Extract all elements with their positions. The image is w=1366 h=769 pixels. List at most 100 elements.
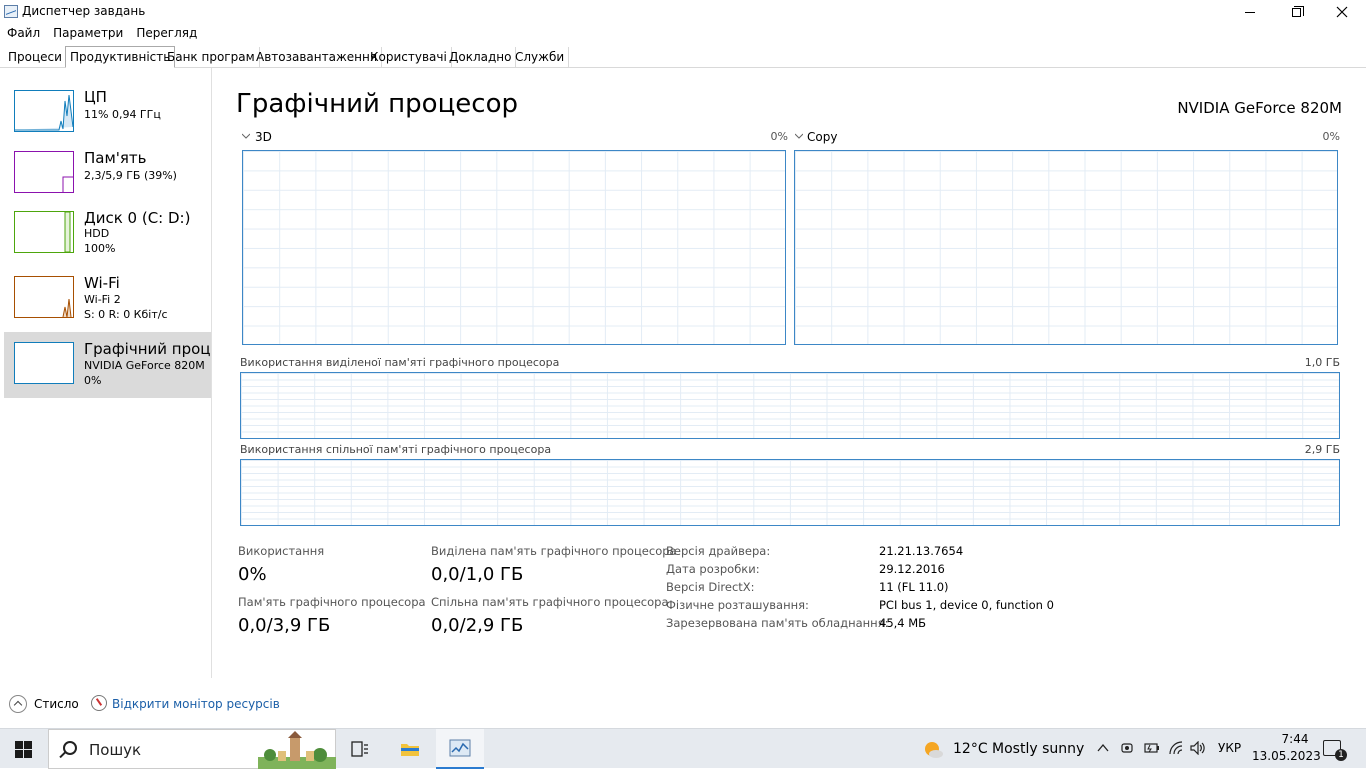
minimize-button[interactable] [1227,0,1273,24]
notification-count-badge: 1 [1335,749,1347,761]
fewer-details-button[interactable]: Стисло [34,697,79,711]
resource-sidebar: ЦП 11% 0,94 ГГц Пам'ять 2,3/5,9 ГБ (39%)… [0,68,212,678]
tab-users[interactable]: Користувачі [366,47,452,68]
weather-text[interactable]: 12°C Mostly sunny [953,741,1084,757]
sidebar-item-wifi[interactable]: Wi-Fi Wi-Fi 2 S: 0 R: 0 Кбіт/с [4,270,211,334]
disk-sparkline [64,211,71,253]
clock-date[interactable]: 13.05.2023 [1252,749,1321,763]
sidebar-item-disk[interactable]: Диск 0 (C: D:) HDD 100% [4,205,211,269]
sidebar-item-label: ЦП [84,88,107,106]
window-title: Диспетчер завдань [22,4,146,18]
search-highlight-illustration [258,731,336,769]
start-button[interactable] [15,741,32,758]
sidebar-item-detail: 100% [84,242,116,255]
task-manager-icon [4,5,18,18]
info-key: Версія драйвера: [666,544,771,558]
info-value: 11 (FL 11.0) [879,580,949,594]
task-view-icon [351,741,368,757]
action-center-button[interactable]: 1 [1323,740,1347,761]
battery-icon[interactable] [1144,741,1160,755]
engine-copy-graph [794,150,1338,345]
info-key: Дата розробки: [666,562,760,576]
usage-value: 0% [238,564,267,585]
search-icon [63,741,77,755]
sidebar-item-detail: Wi-Fi 2 [84,293,121,306]
menu-file[interactable]: Файл [0,24,46,44]
sidebar-item-detail: 0% [84,374,102,387]
clock-time[interactable]: 7:44 [1270,732,1320,746]
task-manager-taskbar-button[interactable] [436,729,484,769]
memory-thumbnail-graph [14,151,74,193]
wifi-icon[interactable] [1168,741,1184,755]
shared-memory-label: Спільна пам'ять графічного процесора [431,595,669,609]
tab-details[interactable]: Докладно [445,47,517,68]
menu-bar: Файл Параметри Перегляд [0,24,203,44]
sidebar-item-detail: S: 0 R: 0 Кбіт/с [84,308,168,321]
restore-icon [1291,5,1304,17]
input-language[interactable]: УКР [1218,741,1241,755]
engine-3d-selector[interactable]: 3D [255,130,272,144]
cpu-thumbnail-graph [14,90,74,132]
sidebar-item-detail: 11% 0,94 ГГц [84,108,161,121]
disk-thumbnail-graph [14,211,74,253]
shared-memory-graph-label: Використання спільної пам'яті графічного… [240,443,552,456]
close-button[interactable] [1319,0,1365,24]
file-explorer-button[interactable] [386,729,434,769]
task-view-button[interactable] [336,729,384,769]
info-value: 29.12.2016 [879,562,945,576]
sidebar-item-label: Диск 0 (C: D:) [84,209,191,227]
page-title: Графічний процесор [236,89,518,119]
info-key: Фізичне розташування: [666,598,809,612]
gpu-thumbnail-graph [14,342,74,384]
gpu-model-name: NVIDIA GeForce 820M [1177,99,1342,117]
sidebar-item-detail: NVIDIA GeForce 820M [84,359,205,372]
sidebar-item-label: Графічний процесор 0 [84,340,211,358]
volume-icon[interactable] [1190,741,1206,755]
sidebar-item-cpu[interactable]: ЦП 11% 0,94 ГГц [4,84,211,148]
dedicated-memory-graph-max: 1,0 ГБ [1304,356,1340,369]
shared-memory-graph [240,459,1340,526]
weather-sunny-icon[interactable] [922,739,944,761]
title-bar[interactable]: Диспетчер завдань [0,0,1366,24]
task-manager-window: Диспетчер завдань Файл Параметри Перегля… [0,0,1366,728]
resource-monitor-icon[interactable] [91,695,107,711]
meet-now-icon[interactable] [1120,741,1134,757]
engine-3d-max: 0% [770,130,788,143]
engine-3d-graph [242,150,786,345]
info-value: 45,4 МБ [879,616,927,630]
windows-logo-icon [15,741,23,749]
restore-button[interactable] [1273,0,1319,24]
engine-copy-selector[interactable]: Copy [807,130,837,144]
open-resource-monitor-link[interactable]: Відкрити монітор ресурсів [112,697,280,711]
tab-startup[interactable]: Автозавантаження [252,47,383,68]
info-value: PCI bus 1, device 0, function 0 [879,598,1054,612]
sidebar-item-label: Wi-Fi [84,274,120,292]
menu-options[interactable]: Параметри [46,24,129,44]
tab-processes[interactable]: Процеси [4,47,67,68]
minimize-icon [1245,11,1255,13]
chevron-up-icon[interactable] [1097,743,1109,753]
memory-sparkline [62,176,73,192]
tab-app-history[interactable]: Банк програм [163,47,260,68]
shared-memory-value: 0,0/2,9 ГБ [431,615,524,636]
sidebar-item-detail: 2,3/5,9 ГБ (39%) [84,169,177,182]
dedicated-memory-value: 0,0/1,0 ГБ [431,564,524,585]
taskbar: Пошук 12°C Mostly sunny УКР 7:44 13.05.2… [0,728,1366,769]
wifi-thumbnail-graph [14,276,74,318]
tab-bar: Процеси Продуктивність Банк програм Авто… [0,45,1366,68]
gpu-memory-value: 0,0/3,9 ГБ [238,615,331,636]
chevron-down-icon[interactable] [795,133,803,139]
menu-view[interactable]: Перегляд [129,24,203,44]
tab-performance[interactable]: Продуктивність [65,46,176,68]
sidebar-item-memory[interactable]: Пам'ять 2,3/5,9 ГБ (39%) [4,145,211,209]
tab-services[interactable]: Служби [511,47,570,68]
chevron-up-icon[interactable] [9,695,27,713]
wifi-sparkline [62,298,72,318]
dedicated-memory-graph-label: Використання виділеної пам'яті графічног… [240,356,560,369]
chevron-down-icon[interactable] [242,133,250,139]
info-value: 21.21.13.7654 [879,544,964,558]
cpu-sparkline [15,94,74,131]
footer-bar: Стисло Відкрити монітор ресурсів [0,690,1366,718]
sidebar-item-label: Пам'ять [84,149,147,167]
sidebar-item-gpu[interactable]: Графічний процесор 0 NVIDIA GeForce 820M… [4,332,211,398]
